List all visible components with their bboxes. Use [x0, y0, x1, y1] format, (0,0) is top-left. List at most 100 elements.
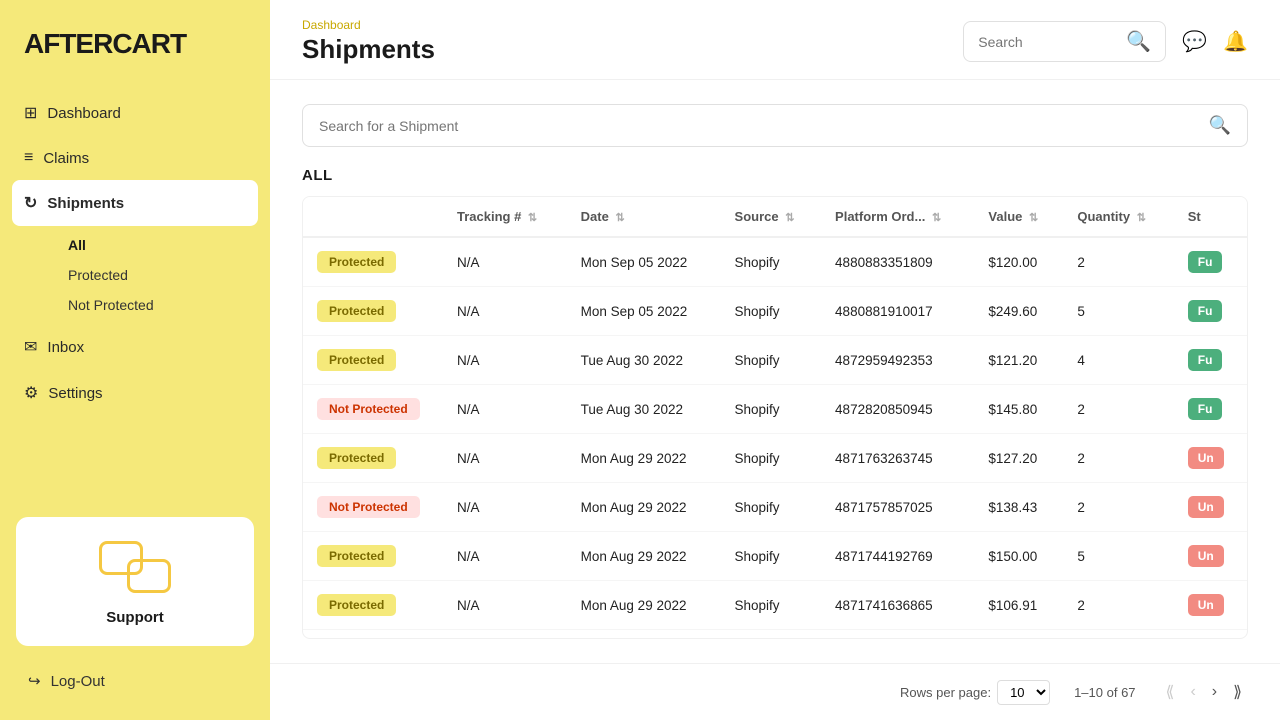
bell-icon[interactable]: 🔔: [1223, 29, 1248, 54]
table-row[interactable]: Protected N/A Mon Aug 29 2022 Shopify 48…: [303, 434, 1247, 483]
cell-value: $138.43: [974, 483, 1063, 532]
last-page-button[interactable]: ⟫: [1227, 678, 1248, 706]
cell-protection: Protected: [303, 581, 443, 630]
table-row[interactable]: Not Protected N/A Mon Aug 29 2022 Shopif…: [303, 630, 1247, 640]
table-row[interactable]: Protected N/A Mon Sep 05 2022 Shopify 48…: [303, 237, 1247, 287]
cell-date: Mon Aug 29 2022: [567, 581, 721, 630]
cell-protection: Protected: [303, 237, 443, 287]
cell-quantity: 4: [1063, 336, 1173, 385]
status-badge: Fu: [1188, 251, 1223, 273]
rows-per-page-label: Rows per page:: [900, 685, 991, 700]
table-row[interactable]: Protected N/A Mon Sep 05 2022 Shopify 48…: [303, 287, 1247, 336]
table-row[interactable]: Not Protected N/A Tue Aug 30 2022 Shopif…: [303, 385, 1247, 434]
cell-value: $121.20: [974, 336, 1063, 385]
shipment-search-bar[interactable]: 🔍: [302, 104, 1248, 147]
subnav-not-protected[interactable]: Not Protected: [56, 290, 270, 320]
cell-protection: Not Protected: [303, 385, 443, 434]
col-protection: [303, 197, 443, 237]
table-row[interactable]: Protected N/A Mon Aug 29 2022 Shopify 48…: [303, 532, 1247, 581]
chat-icon[interactable]: 💬: [1182, 29, 1207, 54]
col-date[interactable]: Date ⇅: [567, 197, 721, 237]
cell-platform-order: 4880883351809: [821, 237, 974, 287]
cell-tracking: N/A: [443, 532, 567, 581]
cell-status: Un: [1174, 434, 1247, 483]
cell-source: Shopify: [721, 385, 822, 434]
col-platform-order[interactable]: Platform Ord... ⇅: [821, 197, 974, 237]
prev-page-button[interactable]: ‹: [1184, 679, 1201, 705]
logout-button[interactable]: ↪ Log-Out: [16, 662, 254, 700]
cell-quantity: 2: [1063, 237, 1173, 287]
shipments-icon: ↻: [24, 193, 37, 213]
cell-protection: Not Protected: [303, 483, 443, 532]
cell-source: Shopify: [721, 336, 822, 385]
sidebar-item-settings[interactable]: ⚙ Settings: [0, 370, 270, 416]
sidebar-item-label: Inbox: [47, 339, 84, 356]
cell-status: Un: [1174, 581, 1247, 630]
shipments-table-wrapper: Tracking # ⇅ Date ⇅ Source ⇅ Platform Or…: [302, 196, 1248, 639]
cell-source: Shopify: [721, 630, 822, 640]
cell-value: $127.20: [974, 434, 1063, 483]
main-content: Dashboard Shipments 🔍 💬 🔔 🔍 ALL: [270, 0, 1280, 720]
cell-source: Shopify: [721, 434, 822, 483]
topbar-search[interactable]: 🔍: [963, 21, 1166, 62]
sidebar-item-claims[interactable]: ≡ Claims: [0, 136, 270, 180]
cell-date: Mon Aug 29 2022: [567, 532, 721, 581]
table-row[interactable]: Protected N/A Tue Aug 30 2022 Shopify 48…: [303, 336, 1247, 385]
cell-tracking: N/A: [443, 336, 567, 385]
cell-source: Shopify: [721, 237, 822, 287]
cell-platform-order: 4871744192769: [821, 532, 974, 581]
sidebar-item-label: Settings: [48, 385, 102, 402]
protection-badge: Protected: [317, 300, 396, 322]
col-source[interactable]: Source ⇅: [721, 197, 822, 237]
cell-status: Fu: [1174, 385, 1247, 434]
section-label: ALL: [302, 167, 1248, 184]
cell-platform-order: 4880881910017: [821, 287, 974, 336]
rows-per-page-select[interactable]: 10 25 50: [997, 680, 1050, 705]
cell-date: Mon Aug 29 2022: [567, 483, 721, 532]
status-badge: Un: [1188, 545, 1224, 567]
page-title: Shipments: [302, 34, 435, 65]
protection-badge: Not Protected: [317, 398, 420, 420]
protection-badge: Protected: [317, 594, 396, 616]
dashboard-icon: ⊞: [24, 103, 37, 123]
col-tracking[interactable]: Tracking # ⇅: [443, 197, 567, 237]
subnav-all[interactable]: All: [56, 230, 270, 260]
shipment-search-icon: 🔍: [1209, 115, 1231, 136]
table-row[interactable]: Protected N/A Mon Aug 29 2022 Shopify 48…: [303, 581, 1247, 630]
cell-date: Mon Sep 05 2022: [567, 237, 721, 287]
shipment-search-input[interactable]: [319, 118, 1199, 134]
cell-tracking: N/A: [443, 581, 567, 630]
logout-label: Log-Out: [51, 673, 105, 690]
shipments-subnav: All Protected Not Protected: [0, 226, 270, 324]
search-icon: 🔍: [1126, 29, 1151, 54]
table-row[interactable]: Not Protected N/A Mon Aug 29 2022 Shopif…: [303, 483, 1247, 532]
topbar: Dashboard Shipments 🔍 💬 🔔: [270, 0, 1280, 80]
col-value[interactable]: Value ⇅: [974, 197, 1063, 237]
logo: AFTERCART: [0, 0, 270, 90]
next-page-button[interactable]: ›: [1206, 679, 1223, 705]
first-page-button[interactable]: ⟪: [1160, 678, 1181, 706]
claims-icon: ≡: [24, 149, 33, 167]
cell-tracking: N/A: [443, 483, 567, 532]
cell-platform-order: 4872959492353: [821, 336, 974, 385]
cell-quantity: 2: [1063, 434, 1173, 483]
logout-icon: ↪: [28, 672, 41, 690]
cell-quantity: 2: [1063, 385, 1173, 434]
sidebar-item-shipments[interactable]: ↻ Shipments: [12, 180, 258, 226]
table-header-row: Tracking # ⇅ Date ⇅ Source ⇅ Platform Or…: [303, 197, 1247, 237]
cell-quantity: 5: [1063, 287, 1173, 336]
cell-protection: Protected: [303, 434, 443, 483]
topbar-search-input[interactable]: [978, 34, 1118, 50]
sidebar-item-inbox[interactable]: ✉ Inbox: [0, 324, 270, 370]
subnav-protected[interactable]: Protected: [56, 260, 270, 290]
col-quantity[interactable]: Quantity ⇅: [1063, 197, 1173, 237]
cell-value: $249.60: [974, 287, 1063, 336]
col-status: St: [1174, 197, 1247, 237]
cell-date: Mon Aug 29 2022: [567, 434, 721, 483]
support-label[interactable]: Support: [106, 609, 164, 626]
cell-tracking: N/A: [443, 237, 567, 287]
sidebar-item-dashboard[interactable]: ⊞ Dashboard: [0, 90, 270, 136]
cell-protection: Protected: [303, 532, 443, 581]
cell-source: Shopify: [721, 287, 822, 336]
protection-badge: Not Protected: [317, 496, 420, 518]
